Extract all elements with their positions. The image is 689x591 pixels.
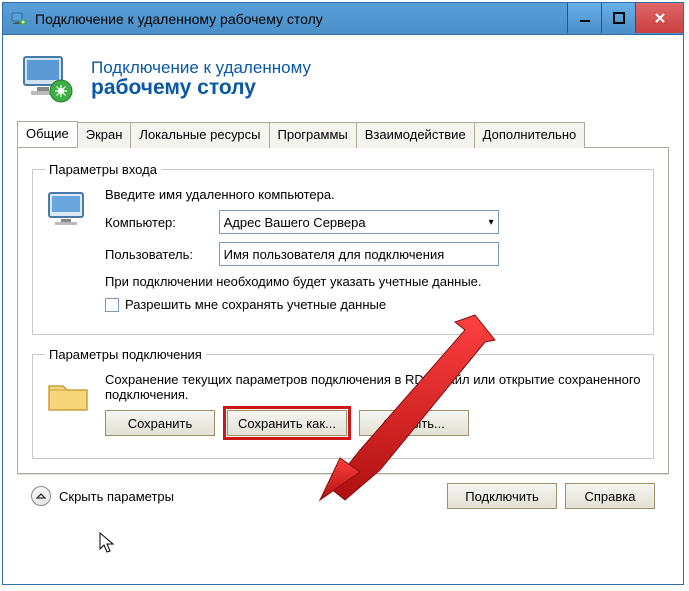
open-button[interactable]: Открыть... bbox=[359, 410, 469, 436]
header-line2: рабочему столу bbox=[91, 76, 311, 100]
tab-display[interactable]: Экран bbox=[77, 122, 132, 148]
tabstrip: Общие Экран Локальные ресурсы Программы … bbox=[17, 121, 669, 148]
computer-combo[interactable]: Адрес Вашего Сервера ▾ bbox=[219, 210, 499, 234]
titlebar[interactable]: Подключение к удаленному рабочему столу bbox=[3, 3, 683, 35]
rdp-logo-icon bbox=[21, 51, 77, 107]
username-input[interactable]: Имя пользователя для подключения bbox=[219, 242, 499, 266]
client-area: Подключение к удаленному рабочему столу … bbox=[3, 35, 683, 584]
user-label: Пользователь: bbox=[105, 247, 215, 262]
rdp-window: Подключение к удаленному рабочему столу bbox=[2, 2, 684, 585]
dialog-header: Подключение к удаленному рабочему столу bbox=[17, 45, 669, 121]
tab-general[interactable]: Общие bbox=[17, 121, 78, 147]
header-titles: Подключение к удаленному рабочему столу bbox=[91, 58, 311, 100]
tab-experience[interactable]: Взаимодействие bbox=[356, 122, 475, 148]
header-line1: Подключение к удаленному bbox=[91, 58, 311, 78]
tab-panel-general: Параметры входа Введите имя удаленного к… bbox=[17, 148, 669, 474]
computer-value: Адрес Вашего Сервера bbox=[224, 215, 366, 230]
connect-button[interactable]: Подключить bbox=[447, 483, 557, 509]
conn-note: Сохранение текущих параметров подключени… bbox=[105, 372, 641, 402]
checkbox-box bbox=[105, 298, 119, 312]
titlebar-text: Подключение к удаленному рабочему столу bbox=[35, 11, 567, 27]
intro-text: Введите имя удаленного компьютера. bbox=[105, 187, 641, 202]
tab-programs[interactable]: Программы bbox=[269, 122, 357, 148]
user-value: Имя пользователя для подключения bbox=[224, 247, 445, 262]
bottom-bar: Скрыть параметры Подключить Справка bbox=[17, 474, 669, 519]
save-as-button[interactable]: Сохранить как... bbox=[227, 410, 347, 436]
minimize-button[interactable] bbox=[567, 3, 601, 33]
hide-options-link[interactable]: Скрыть параметры bbox=[59, 489, 174, 504]
maximize-button[interactable] bbox=[601, 3, 635, 33]
close-button[interactable] bbox=[635, 3, 683, 33]
login-settings-group: Параметры входа Введите имя удаленного к… bbox=[32, 162, 654, 335]
folder-icon bbox=[45, 372, 93, 420]
allow-save-label: Разрешить мне сохранять учетные данные bbox=[125, 297, 386, 312]
login-legend: Параметры входа bbox=[45, 162, 161, 177]
collapse-options-button[interactable] bbox=[31, 486, 51, 506]
tab-local[interactable]: Локальные ресурсы bbox=[130, 122, 269, 148]
connection-settings-group: Параметры подключения Сохранение текущих… bbox=[32, 347, 654, 459]
creds-note: При подключении необходимо будет указать… bbox=[105, 274, 641, 289]
chevron-down-icon: ▾ bbox=[489, 217, 494, 228]
save-button[interactable]: Сохранить bbox=[105, 410, 215, 436]
app-icon bbox=[11, 11, 27, 27]
tab-advanced[interactable]: Дополнительно bbox=[474, 122, 586, 148]
window-controls bbox=[567, 3, 683, 34]
allow-save-checkbox[interactable]: Разрешить мне сохранять учетные данные bbox=[105, 297, 641, 312]
help-button[interactable]: Справка bbox=[565, 483, 655, 509]
computer-icon bbox=[45, 187, 93, 235]
computer-label: Компьютер: bbox=[105, 215, 215, 230]
conn-legend: Параметры подключения bbox=[45, 347, 206, 362]
